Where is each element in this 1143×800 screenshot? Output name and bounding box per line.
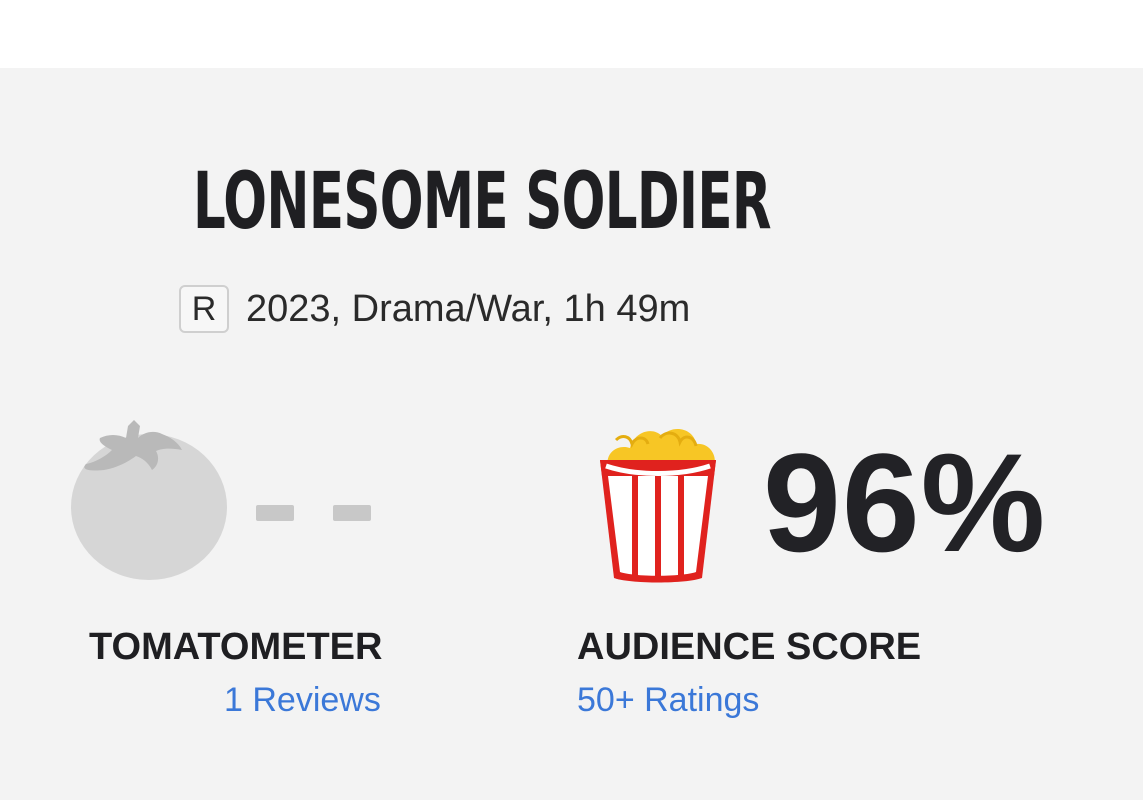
reviews-count-link[interactable]: 1 Reviews xyxy=(224,680,381,720)
audience-score-value: 96% xyxy=(763,424,1047,581)
top-bar xyxy=(0,0,1143,68)
movie-title: LONESOME SOLDIER xyxy=(193,157,772,247)
ratings-count-link[interactable]: 50+ Ratings xyxy=(577,680,759,720)
audience-score-label: AUDIENCE SCORE xyxy=(577,626,922,668)
tomatometer-empty-dash xyxy=(333,505,371,521)
movie-info: 2023, Drama/War, 1h 49m xyxy=(246,287,691,330)
popcorn-full-icon xyxy=(600,429,716,583)
movie-meta: R 2023, Drama/War, 1h 49m xyxy=(179,283,690,335)
tomato-empty-icon xyxy=(71,420,227,580)
tomatometer-empty-dash xyxy=(256,505,294,521)
mpaa-rating-badge: R xyxy=(179,285,229,333)
tomatometer-label: TOMATOMETER xyxy=(89,626,383,668)
